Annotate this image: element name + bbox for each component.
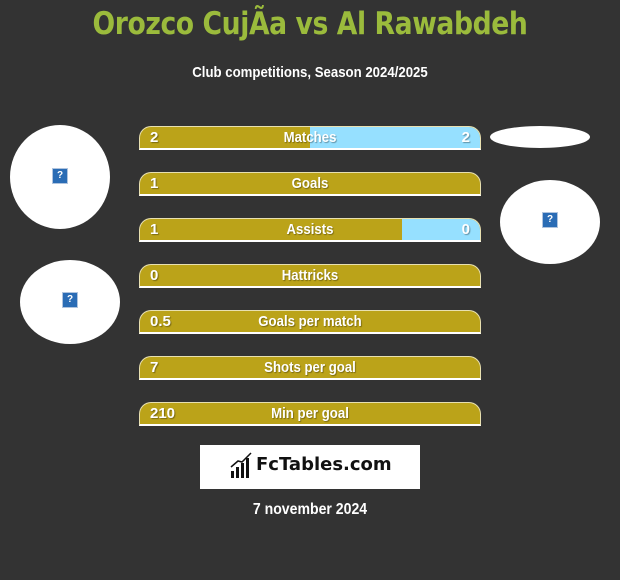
stat-row-shots-per-goal: 7 Shots per goal (139, 356, 481, 380)
team-right-logo: ? (500, 180, 600, 264)
stat-label: Matches (283, 129, 337, 146)
player-left-photo: ? (10, 125, 110, 229)
stat-label: Goals (291, 175, 329, 192)
left-value: 1 (150, 221, 159, 238)
right-value: 0 (461, 221, 470, 238)
stat-row-goals: 1 Goals (139, 172, 481, 196)
stat-label: Hattricks (281, 267, 339, 284)
stat-label: Goals per match (258, 313, 362, 330)
page-subtitle: Club competitions, Season 2024/2025 (192, 64, 428, 81)
logo-text: FcTables.com (256, 454, 392, 475)
stat-row-hattricks: 0 Hattricks (139, 264, 481, 288)
stat-row-min-per-goal: 210 Min per goal (139, 402, 481, 426)
left-value: 2 (150, 129, 159, 146)
right-value: 2 (461, 129, 470, 146)
stat-label: Min per goal (271, 405, 349, 422)
stat-label: Assists (286, 221, 334, 238)
stat-row-assists: 1 Assists 0 (139, 218, 481, 242)
broken-image-icon: ? (62, 292, 78, 308)
left-value: 7 (150, 359, 159, 376)
player-right-photo (490, 126, 590, 148)
stat-row-matches: 2 Matches 2 (139, 126, 481, 150)
date-label: 7 november 2024 (252, 501, 368, 518)
bar-chart-icon (230, 452, 252, 478)
broken-image-icon: ? (542, 212, 558, 228)
stat-label: Shots per goal (264, 359, 356, 376)
left-value: 0 (150, 267, 159, 284)
page-title: Orozco CujÃa vs Al Rawabdeh (92, 6, 528, 42)
broken-image-icon: ? (52, 168, 68, 184)
fctables-logo[interactable]: FcTables.com (200, 445, 420, 489)
stat-row-goals-per-match: 0.5 Goals per match (139, 310, 481, 334)
team-left-logo: ? (20, 260, 120, 344)
left-value: 1 (150, 175, 159, 192)
